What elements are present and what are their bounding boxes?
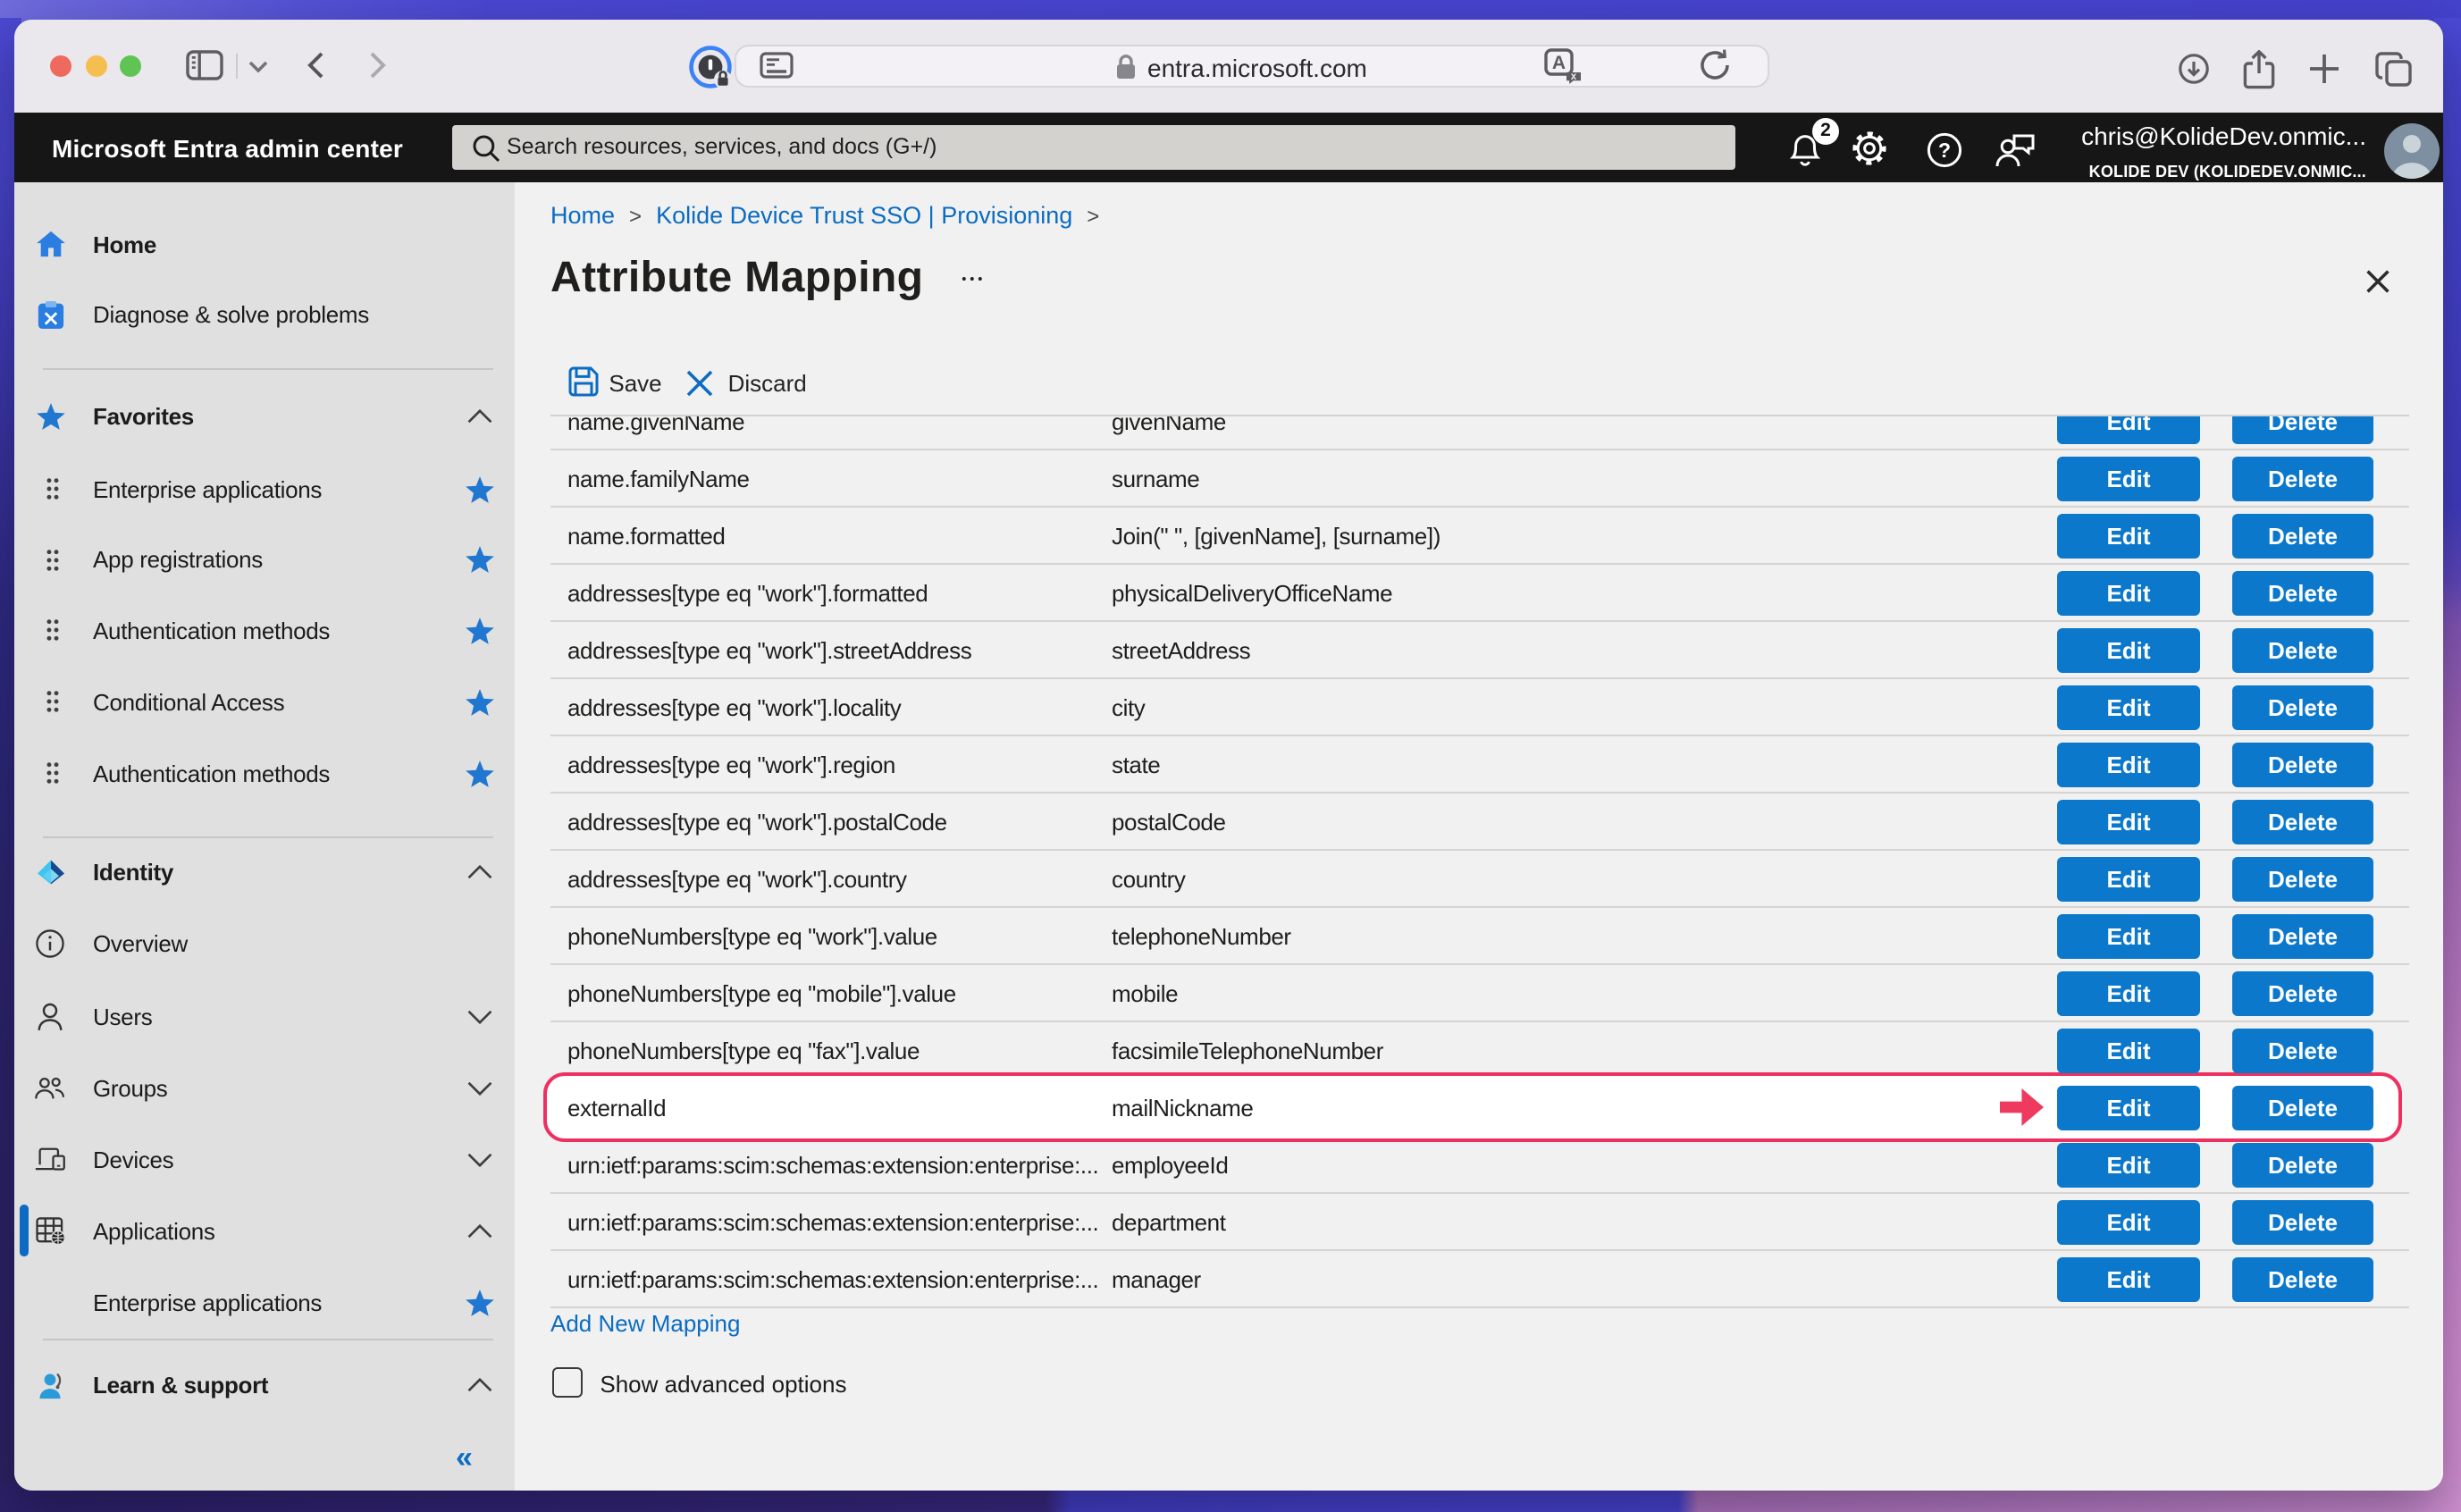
svg-text:A: A — [1552, 53, 1566, 73]
svg-text:x: x — [1571, 71, 1577, 82]
